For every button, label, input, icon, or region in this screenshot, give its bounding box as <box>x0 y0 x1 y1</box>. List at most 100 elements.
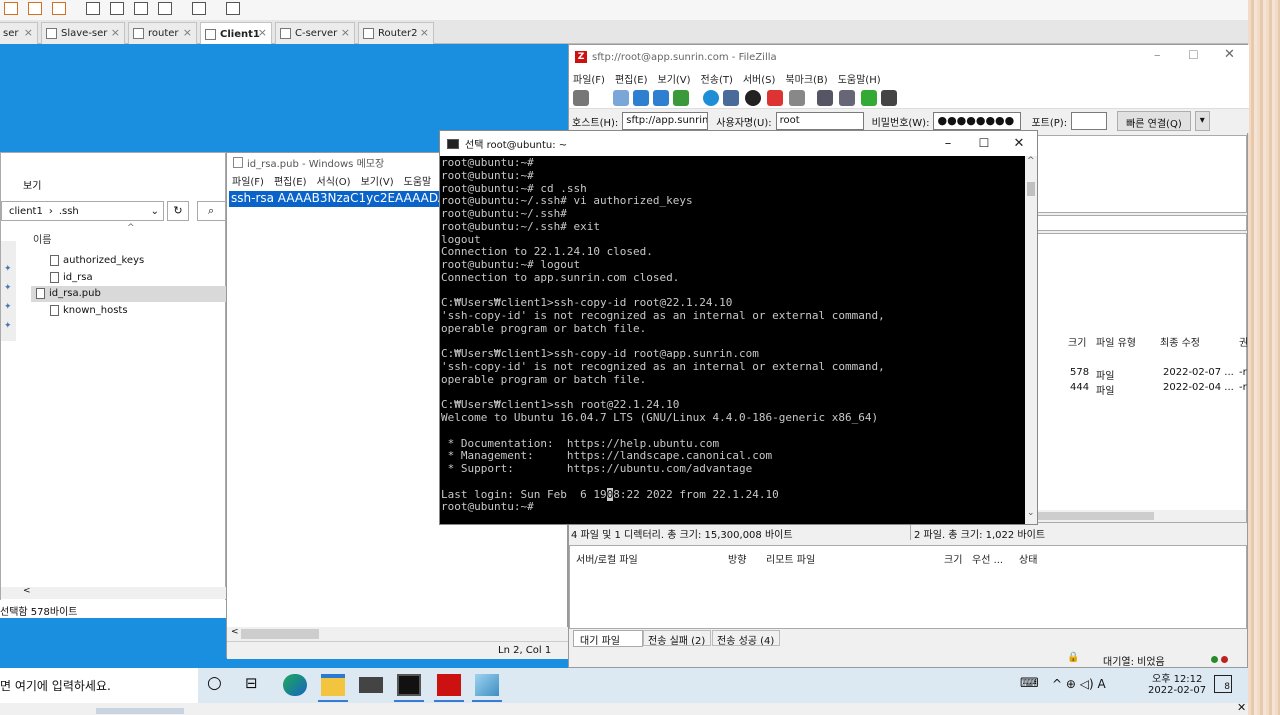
tab-vm-4[interactable]: C-server × <box>275 22 355 44</box>
close-icon[interactable]: × <box>258 26 267 39</box>
notepad-selected-text[interactable]: ssh-rsa AAAAB3NzaC1yc2EAAAADA <box>229 191 449 207</box>
tab-failed-transfers[interactable]: 전송 실패 (2) <box>643 630 711 647</box>
menu-file[interactable]: 파일(F) <box>232 173 264 189</box>
edge-icon[interactable] <box>283 674 307 696</box>
menu-bookmarks[interactable]: 북마크(B) <box>785 71 827 86</box>
column-size[interactable]: 크기 <box>944 551 962 566</box>
search-icon[interactable]: ⌕ <box>197 201 227 221</box>
tab-vm-5[interactable]: Router2 × <box>358 22 434 44</box>
username-input[interactable]: root <box>775 112 864 130</box>
close-icon[interactable]: × <box>341 26 350 39</box>
taskbar-search-box[interactable]: 면 여기에 입력하세요. <box>0 668 198 703</box>
horizontal-scrollbar[interactable]: < <box>1 586 227 599</box>
disconnect-icon[interactable] <box>767 90 783 106</box>
file-item[interactable]: known_hosts <box>50 305 128 316</box>
path-segment[interactable]: client1 <box>9 206 43 217</box>
column-local-file[interactable]: 서버/로컬 파일 <box>576 551 638 566</box>
close-icon[interactable]: × <box>183 26 192 39</box>
column-direction[interactable]: 방향 <box>728 551 746 566</box>
view-menu[interactable]: 보기 <box>23 177 41 192</box>
close-icon[interactable]: × <box>420 26 429 39</box>
menu-help[interactable]: 도움말 <box>404 173 432 189</box>
tab-vm-0[interactable]: ser × <box>0 22 38 44</box>
toolbar-icon-2[interactable] <box>28 2 42 15</box>
quickconnect-button[interactable]: 빠른 연결(Q) <box>1117 111 1191 131</box>
toolbar-icon-5[interactable] <box>110 2 124 15</box>
reconnect-icon[interactable] <box>789 90 805 106</box>
refresh-icon[interactable] <box>703 90 719 106</box>
close-icon[interactable]: ✕ <box>1237 701 1246 714</box>
menu-view[interactable]: 보기(V) <box>658 71 691 86</box>
port-input[interactable] <box>1071 112 1108 130</box>
tab-queued-files[interactable]: 대기 파일 <box>573 630 643 647</box>
name-column-header[interactable]: 이름 <box>33 231 51 246</box>
close-icon[interactable]: × <box>24 26 33 39</box>
local-tree-icon[interactable] <box>633 90 649 106</box>
mail-icon[interactable] <box>359 677 383 693</box>
notification-icon[interactable]: 8 <box>1214 675 1232 693</box>
tab-vm-2[interactable]: router × <box>128 22 197 44</box>
tab-successful-transfers[interactable]: 전송 성공 (4) <box>712 630 780 647</box>
command-prompt-icon[interactable] <box>397 674 421 696</box>
toolbar-icon-7[interactable] <box>158 2 172 15</box>
menu-file[interactable]: 파일(F) <box>573 71 605 86</box>
column-remote-file[interactable]: 리모트 파일 <box>766 551 815 566</box>
maximize-icon[interactable]: ☐ <box>966 131 1002 156</box>
search-icon[interactable] <box>839 90 855 106</box>
column-perm[interactable]: 권 <box>1239 334 1248 349</box>
toolbar-icon-1[interactable] <box>4 2 18 15</box>
column-type[interactable]: 파일 유형 <box>1096 334 1136 349</box>
transfer-queue[interactable]: 서버/로컬 파일 방향 리모트 파일 크기 우선 ... 상태 <box>569 545 1247 629</box>
remote-tree-icon[interactable] <box>653 90 669 106</box>
host-hscroll[interactable]: ✕ <box>0 701 1248 715</box>
cancel-icon[interactable] <box>745 90 761 106</box>
column-status[interactable]: 상태 <box>1019 551 1037 566</box>
filezilla-titlebar[interactable]: Z sftp://root@app.sunrin.com - FileZilla… <box>569 45 1249 69</box>
close-icon[interactable]: ✕ <box>1224 47 1235 62</box>
column-priority[interactable]: 우선 ... <box>972 551 1003 566</box>
file-item[interactable]: authorized_keys <box>50 255 144 266</box>
tray-icons[interactable]: ^ ⊕ ◁) A <box>1052 677 1106 691</box>
path-segment[interactable]: .ssh <box>59 206 79 217</box>
transfer-queue-icon[interactable] <box>673 90 689 106</box>
menu-server[interactable]: 서버(S) <box>743 71 776 86</box>
address-bar[interactable]: client1 › .ssh ⌄ <box>1 201 164 221</box>
menu-format[interactable]: 서식(O) <box>317 173 351 189</box>
password-input[interactable]: ●●●●●●●● <box>933 112 1022 130</box>
minimize-icon[interactable]: – <box>930 131 966 156</box>
binoculars-icon[interactable] <box>881 90 897 106</box>
cortana-icon[interactable]: ○ <box>207 673 222 693</box>
file-item[interactable]: id_rsa <box>50 272 93 283</box>
column-size[interactable]: 크기 <box>1068 334 1086 349</box>
task-view-icon[interactable]: ⊟ <box>245 674 258 692</box>
file-explorer-icon[interactable] <box>321 674 345 696</box>
menu-edit[interactable]: 편집(E) <box>274 173 307 189</box>
host-input[interactable]: sftp://app.sunrin.co <box>622 112 709 130</box>
tab-vm-1[interactable]: Slave-ser × <box>41 22 125 44</box>
maximize-icon[interactable]: ☐ <box>1188 48 1199 62</box>
file-item-selected[interactable]: id_rsa.pub <box>36 288 101 299</box>
site-manager-icon[interactable] <box>573 90 589 106</box>
menu-transfer[interactable]: 전송(T) <box>701 71 733 86</box>
toolbar-icon-6[interactable] <box>134 2 148 15</box>
toolbar-icon-3[interactable] <box>52 2 66 15</box>
terminal-titlebar[interactable]: 선택 root@ubuntu: ~ – ☐ ✕ <box>440 131 1037 156</box>
filter-icon[interactable] <box>817 90 833 106</box>
close-icon[interactable]: ✕ <box>1001 131 1037 156</box>
chevron-down-icon[interactable]: ⌄ <box>151 206 159 217</box>
terminal-output[interactable]: root@ubuntu:~# root@ubuntu:~# root@ubuntu:… <box>440 156 1025 524</box>
refresh-icon[interactable]: ↻ <box>167 201 189 221</box>
terminal-scrollbar[interactable]: ^ ⌄ <box>1025 156 1037 524</box>
terminal-toolbar-icon[interactable] <box>192 2 206 15</box>
minimize-icon[interactable]: – <box>1154 48 1161 63</box>
message-log-icon[interactable] <box>613 90 629 106</box>
notepad-hscroll[interactable]: < <box>227 627 569 641</box>
keyboard-icon[interactable]: ⌨ <box>1020 676 1039 691</box>
filezilla-taskbar-icon[interactable] <box>437 674 461 696</box>
process-queue-icon[interactable] <box>723 90 739 106</box>
sync-browse-icon[interactable] <box>861 90 877 106</box>
toolbar-icon-4[interactable] <box>86 2 100 15</box>
export-toolbar-icon[interactable] <box>226 2 240 15</box>
terminal-window[interactable]: 선택 root@ubuntu: ~ – ☐ ✕ root@ubuntu:~# ro… <box>439 130 1038 525</box>
column-modified[interactable]: 최종 수정 <box>1160 334 1200 349</box>
